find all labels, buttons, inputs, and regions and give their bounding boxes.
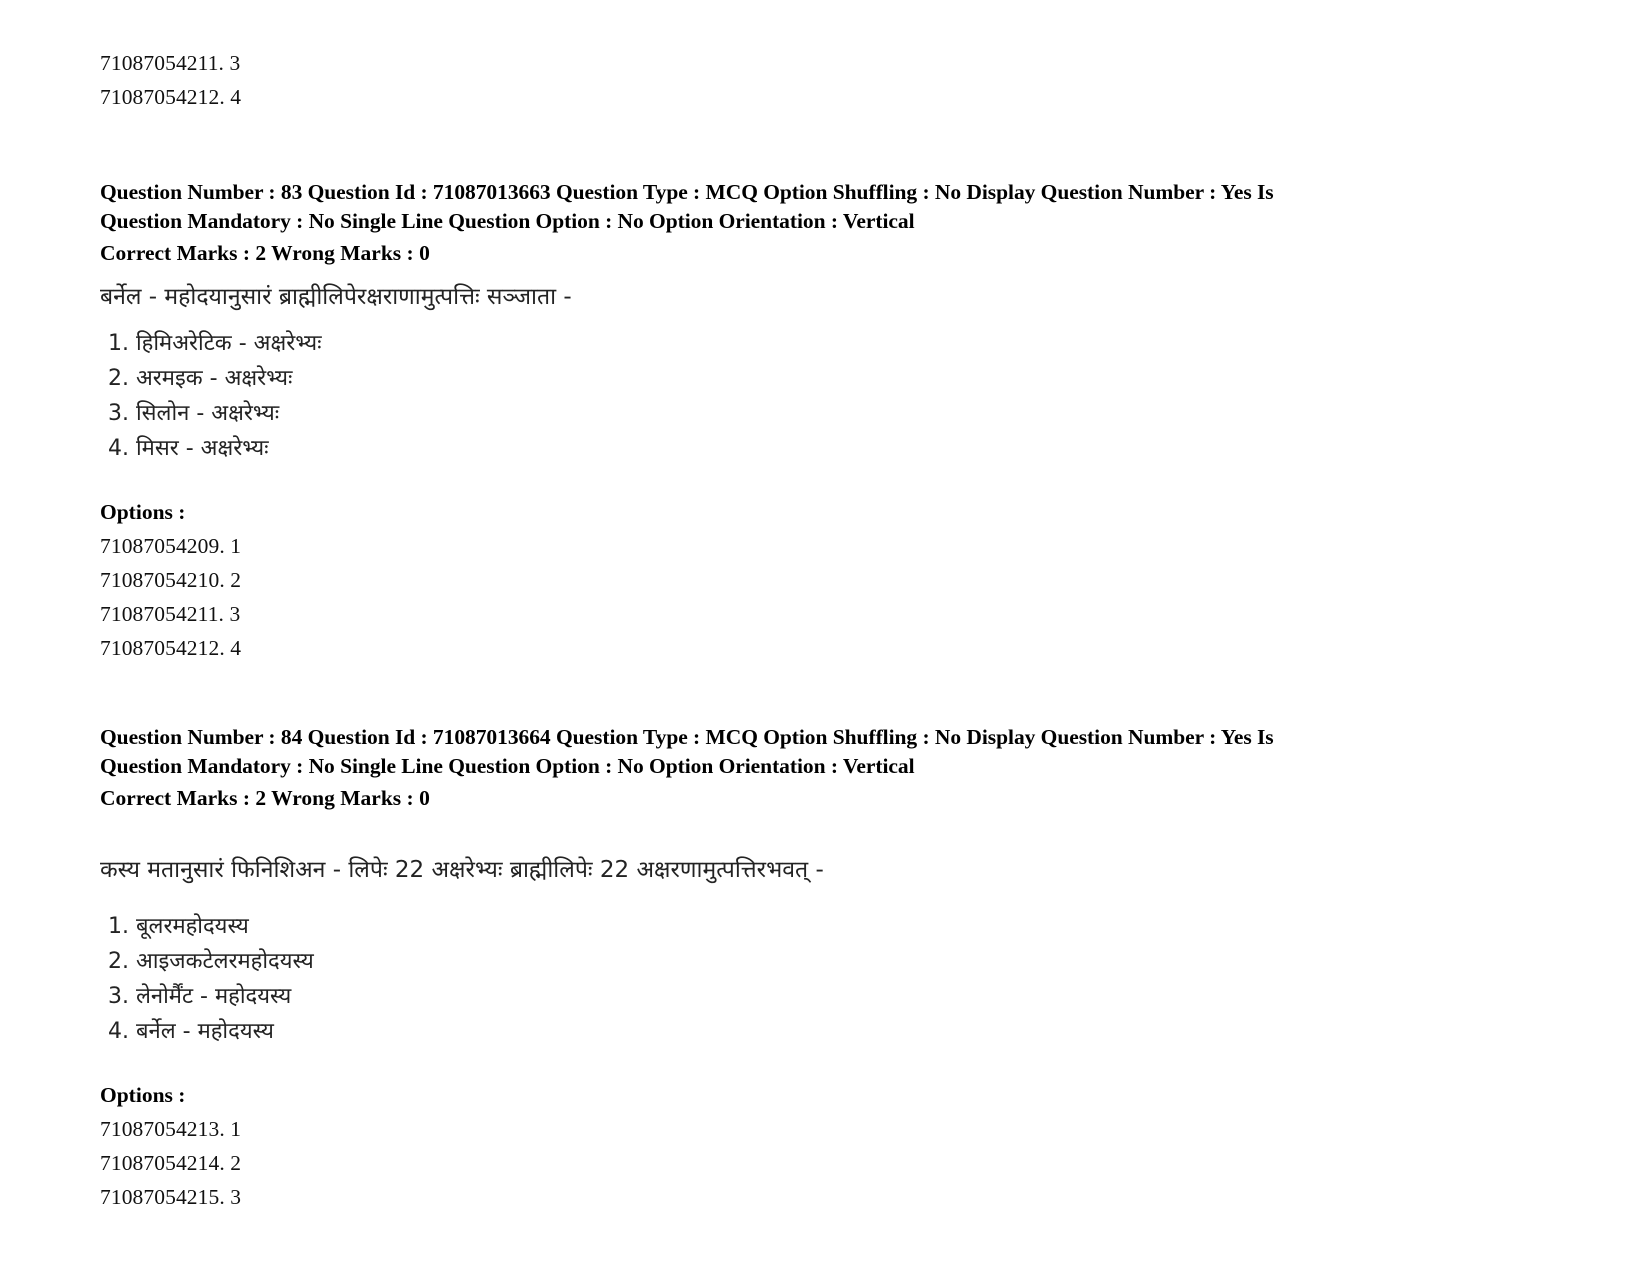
option-id-line: 71087054210. 2 [100,568,242,592]
question-block-84: Question Number : 84 Question Id : 71087… [100,723,1430,1214]
question-choice-list: 1. बूलरमहोदयस्य 2. आइजकटेलरमहोदयस्य 3. ल… [100,909,1430,1049]
option-id-line: 71087054214. 2 [100,1151,242,1175]
option-id-line: 71087054215. 3 [100,1185,242,1209]
option-id-line: 71087054213. 1 [100,1117,242,1141]
choice-item: 3. सिलोन - अक्षरेभ्यः [108,401,280,426]
option-id-line: 71087054212. 4 [100,85,242,109]
option-id-line: 71087054212. 4 [100,636,242,660]
choice-item: 1. बूलरमहोदयस्य [108,914,249,939]
question-meta-line-1: Question Number : 83 Question Id : 71087… [100,180,1274,204]
options-label: Options : [100,500,186,524]
option-id-line: 71087054209. 1 [100,534,242,558]
option-id-list: 71087054209. 1 71087054210. 2 7108705421… [100,529,1430,665]
option-id-line: 71087054211. 3 [100,602,241,626]
option-id-list: 71087054213. 1 71087054214. 2 7108705421… [100,1112,1430,1214]
question-meta-header: Question Number : 84 Question Id : 71087… [100,723,1430,781]
question-stem-text: कस्य मतानुसारं फिनिशिअन - लिपेः 22 अक्षर… [100,857,824,883]
previous-question-option-id-list: 71087054211. 3 71087054212. 4 [100,46,1430,114]
marks-line: Correct Marks : 2 Wrong Marks : 0 [100,241,430,265]
question-meta-line-2: Question Mandatory : No Single Line Ques… [100,209,915,233]
choice-item: 1. हिमिअरेटिक - अक्षरेभ्यः [108,331,322,356]
question-meta-line-2: Question Mandatory : No Single Line Ques… [100,754,915,778]
choice-item: 4. बर्नेल - महोदयस्य [108,1019,274,1044]
question-block-83: Question Number : 83 Question Id : 71087… [100,178,1430,665]
question-stem-text: बर्नेल - महोदयानुसारं ब्राह्मीलिपेरक्षरा… [100,284,572,310]
choice-item: 2. अरमइक - अक्षरेभ्यः [108,366,293,391]
choice-item: 4. मिसर - अक्षरेभ्यः [108,436,269,461]
question-meta-header: Question Number : 83 Question Id : 71087… [100,178,1430,236]
question-meta-line-1: Question Number : 84 Question Id : 71087… [100,725,1274,749]
question-choice-list: 1. हिमिअरेटिक - अक्षरेभ्यः 2. अरमइक - अक… [100,326,1430,466]
option-id-line: 71087054211. 3 [100,51,241,75]
options-label: Options : [100,1083,186,1107]
page-content: 71087054211. 3 71087054212. 4 Question N… [100,46,1430,1214]
choice-item: 3. लेनोर्मैंट - महोदयस्य [108,984,292,1009]
document-page: 71087054211. 3 71087054212. 4 Question N… [0,0,1650,1275]
choice-item: 2. आइजकटेलरमहोदयस्य [108,949,314,974]
marks-line: Correct Marks : 2 Wrong Marks : 0 [100,786,430,810]
